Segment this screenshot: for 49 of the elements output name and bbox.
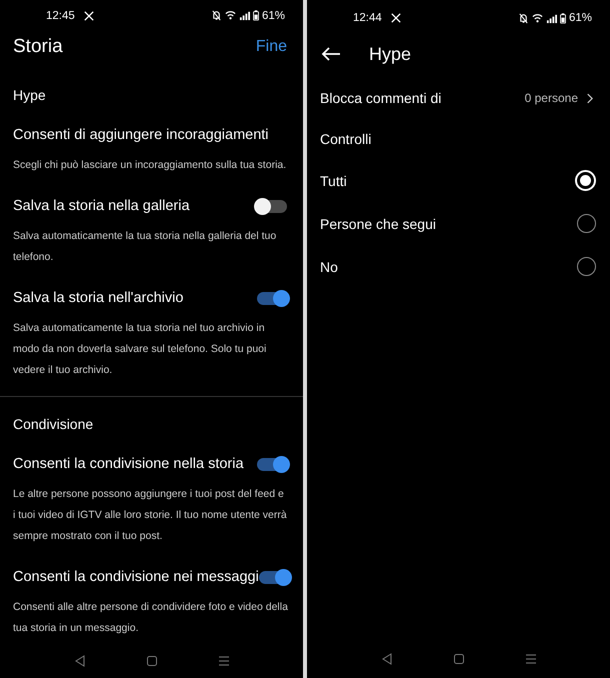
setting-description: Salva automaticamente la tua storia nella galleria del tuo telefono. — [13, 229, 278, 266]
back-arrow-icon[interactable] — [321, 47, 341, 61]
done-button[interactable]: Fine — [256, 38, 287, 56]
home-nav-icon[interactable] — [146, 654, 158, 667]
option-label[interactable]: Persone che segui — [320, 216, 436, 232]
battery-level: 61% — [262, 10, 285, 22]
toggle-label: Consenti la condivisione nei messaggi — [13, 569, 259, 586]
x-logo-icon — [84, 10, 94, 21]
block-comments-label[interactable]: Blocca commenti di — [320, 90, 442, 106]
radio-button[interactable] — [577, 257, 596, 276]
blocked-count: 0 persone — [524, 91, 578, 105]
setting-description: Salva automaticamente la tua storia nel tuo archivio in modo da non doverla salvare sul telefono. Solo tu puoi vedere il tuo archivio. — [13, 321, 268, 378]
muted-bell-icon — [210, 10, 222, 22]
setting-description: Scegli chi può lasciare un incoraggiamento sulla tua storia. — [13, 158, 288, 174]
section-heading: Controlli — [319, 130, 372, 149]
wifi-icon — [532, 12, 543, 24]
battery-level: 61% — [568, 12, 592, 24]
menu-icon[interactable] — [524, 653, 536, 665]
section-heading: Condivisione — [13, 415, 94, 434]
toggle-label: Consenti la condivisione nella storia — [13, 456, 244, 472]
option-label[interactable]: Tutti — [320, 172, 347, 188]
toggle-switch[interactable] — [258, 570, 289, 584]
screen-title: Storia — [13, 36, 63, 58]
muted-bell-icon — [518, 12, 529, 24]
menu-icon[interactable] — [218, 654, 230, 667]
section-heading: Hype — [13, 86, 47, 106]
x-logo-icon — [390, 13, 401, 23]
home-nav-icon[interactable] — [452, 653, 464, 665]
toggle-label: Salva la storia nell'archivio — [13, 290, 184, 306]
option-label[interactable]: No — [320, 258, 338, 274]
battery-icon — [252, 10, 259, 22]
setting-description: Consenti alle altre persone di condividere foto e video della tua storia in un messaggio. — [13, 600, 289, 636]
chevron-right-icon[interactable] — [586, 92, 593, 104]
signal-icon — [546, 12, 557, 24]
wifi-icon — [224, 10, 236, 22]
toggle-label: Salva la storia nella galleria — [13, 198, 190, 214]
setting-description: Le altre persone possono aggiungere i tuoi post del feed e i tuoi video di IGTV alle loro storie. Il tuo nome utente verrà sempre mostrato con il tuo post. — [13, 487, 288, 544]
screen-title: Hype — [369, 44, 412, 64]
signal-icon — [238, 10, 250, 22]
back-nav-icon[interactable] — [74, 654, 86, 667]
radio-button[interactable] — [577, 214, 596, 233]
setting-link[interactable]: Consenti di aggiungere incoraggiamenti — [13, 127, 269, 144]
battery-icon — [560, 12, 566, 24]
status-time: 12:45 — [46, 10, 75, 22]
back-nav-icon[interactable] — [380, 653, 392, 665]
status-time: 12:44 — [353, 12, 382, 24]
toggle-switch[interactable] — [257, 458, 287, 471]
toggle-switch[interactable] — [257, 292, 287, 305]
toggle-switch[interactable] — [257, 200, 287, 213]
